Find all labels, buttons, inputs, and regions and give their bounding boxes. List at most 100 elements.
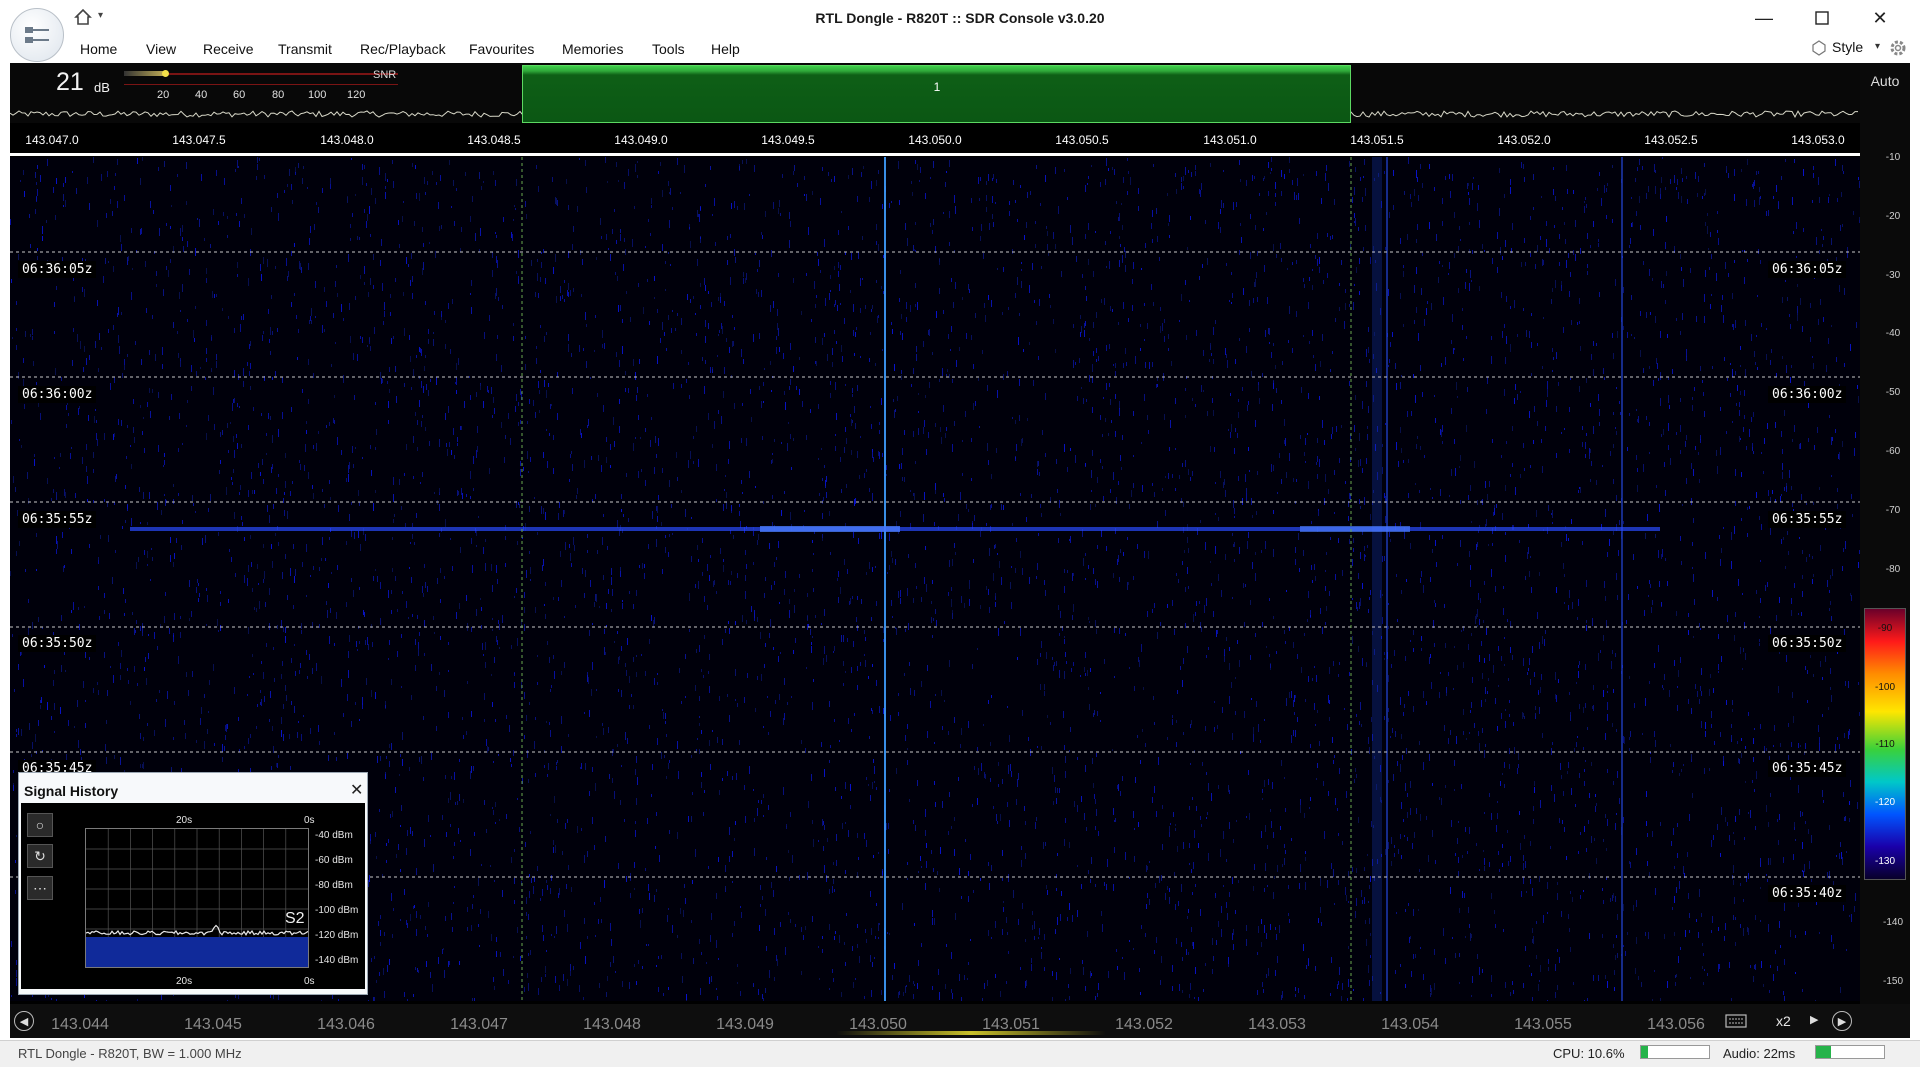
snr-tick: 80: [272, 89, 285, 101]
dbm-label: -100 dBm: [315, 905, 359, 916]
freq-tick: 143.050.5: [1055, 133, 1109, 147]
app-logo-icon: [25, 27, 49, 43]
settings-gear-icon[interactable]: [1888, 38, 1908, 58]
menu-transmit[interactable]: Transmit: [278, 41, 332, 57]
freq-tick: 143.052.5: [1644, 133, 1698, 147]
freq-tick: 143.051.5: [1350, 133, 1404, 147]
db-tick: -150: [1882, 976, 1903, 987]
window-title: RTL Dongle - R820T :: SDR Console v3.0.2…: [815, 10, 1105, 26]
freq-tick: 143.047.0: [25, 133, 79, 147]
time-label: 06:35:40z: [1768, 885, 1847, 902]
time-label: 06:35:45z: [1768, 760, 1847, 777]
db-tick: -70: [1885, 505, 1901, 516]
maximize-button[interactable]: [1793, 0, 1851, 36]
time-label: 06:35:50z: [1768, 635, 1847, 652]
colorbar-label: -110: [1875, 739, 1895, 750]
style-dropdown-icon[interactable]: ▾: [1875, 41, 1880, 52]
ruler-freq: 143.056: [1647, 1016, 1705, 1033]
db-tick: -30: [1885, 270, 1901, 281]
freq-tick: 143.052.0: [1497, 133, 1551, 147]
menu-view[interactable]: View: [146, 41, 176, 57]
cpu-meter: [1640, 1045, 1710, 1059]
scroll-right-button[interactable]: ▶: [1832, 1011, 1852, 1031]
ruler-freq: 143.053: [1248, 1016, 1306, 1033]
snr-tick: 20: [157, 89, 170, 101]
freq-tick: 143.048.5: [467, 133, 521, 147]
ruler-freq: 143.047: [450, 1016, 508, 1033]
snr-tick: 60: [233, 89, 246, 101]
audio-meter-fill: [1816, 1046, 1831, 1058]
cpu-usage: CPU: 10.6%: [1553, 1046, 1625, 1061]
history-time-label: 20s: [176, 815, 193, 826]
history-time-label: 20s: [176, 976, 193, 987]
db-tick: -60: [1885, 446, 1901, 457]
quick-access-dropdown-icon[interactable]: ▾: [98, 10, 103, 21]
freq-tick: 143.050.0: [908, 133, 962, 147]
dbm-label: -80 dBm: [315, 880, 353, 891]
snr-tick: 100: [308, 89, 327, 101]
freq-tick: 143.051.0: [1203, 133, 1257, 147]
home-quick-icon[interactable]: [74, 8, 92, 26]
dbm-label: -140 dBm: [315, 955, 359, 966]
device-status: RTL Dongle - R820T, BW = 1.000 MHz: [18, 1046, 242, 1061]
more-options-button[interactable]: ⋯: [27, 876, 53, 900]
record-button[interactable]: ○: [27, 813, 53, 837]
menu-favourites[interactable]: Favourites: [469, 41, 534, 57]
tuned-marker: [836, 1031, 1106, 1035]
menu-tools[interactable]: Tools: [652, 41, 685, 57]
colorbar-label: -90: [1877, 623, 1893, 634]
menu-help[interactable]: Help: [711, 41, 740, 57]
snr-tick: 40: [195, 89, 208, 101]
close-icon[interactable]: ✕: [350, 780, 363, 800]
axis-line: [10, 153, 1860, 156]
zoom-next-icon[interactable]: ▶: [1810, 1013, 1818, 1026]
style-menu[interactable]: Style: [1832, 39, 1863, 55]
colorbar-label: -100: [1874, 682, 1895, 693]
dbm-label: -120 dBm: [315, 930, 359, 941]
db-tick: -10: [1885, 152, 1901, 163]
time-label: 06:36:05z: [1768, 261, 1847, 278]
history-time-label: 0s: [304, 815, 315, 826]
ruler-freq: 143.049: [716, 1016, 774, 1033]
snr-indicator: [162, 70, 169, 77]
history-time-label: 0s: [304, 976, 315, 987]
keyboard-icon[interactable]: [1725, 1013, 1747, 1029]
freq-tick: 143.047.5: [172, 133, 226, 147]
colorbar-label: -130: [1874, 856, 1895, 867]
dbm-label: -40 dBm: [315, 830, 353, 841]
filter-passband[interactable]: [522, 65, 1351, 123]
status-bar: [0, 1040, 1920, 1067]
history-trace: [85, 829, 309, 967]
db-tick: -140: [1882, 917, 1903, 928]
snr-unit: dB: [94, 80, 110, 95]
freq-tick: 143.053.0: [1791, 133, 1845, 147]
signal-history-plot: [85, 828, 309, 968]
snr-tick: 120: [347, 89, 366, 101]
reset-button[interactable]: ↻: [27, 844, 53, 868]
time-label: 06:35:55z: [1768, 511, 1847, 528]
snr-track-lower: [124, 84, 398, 85]
auto-scale-button[interactable]: Auto: [1860, 70, 1910, 92]
close-button[interactable]: ✕: [1851, 0, 1909, 36]
menu-home[interactable]: Home: [80, 41, 117, 57]
time-label: 06:36:00z: [18, 386, 97, 403]
time-label: 06:36:00z: [1768, 386, 1847, 403]
freq-tick: 143.048.0: [320, 133, 374, 147]
time-label: 06:35:50z: [18, 635, 97, 652]
ruler-freq: 143.054: [1381, 1016, 1439, 1033]
snr-value: 21: [56, 68, 84, 96]
style-icon: [1812, 40, 1826, 56]
menu-receive[interactable]: Receive: [203, 41, 254, 57]
menu-memories[interactable]: Memories: [562, 41, 623, 57]
audio-meter: [1815, 1045, 1885, 1059]
db-tick: -40: [1885, 328, 1901, 339]
app-menu-button[interactable]: [10, 8, 64, 62]
zoom-level[interactable]: x2: [1776, 1013, 1791, 1029]
menu-rec-playback[interactable]: Rec/Playback: [360, 41, 446, 57]
db-tick: -50: [1885, 387, 1901, 398]
ruler-freq: 143.055: [1514, 1016, 1572, 1033]
audio-latency: Audio: 22ms: [1723, 1046, 1796, 1061]
minimize-button[interactable]: —: [1735, 0, 1793, 36]
time-label: 06:35:55z: [18, 511, 97, 528]
ruler-freq: 143.048: [583, 1016, 641, 1033]
